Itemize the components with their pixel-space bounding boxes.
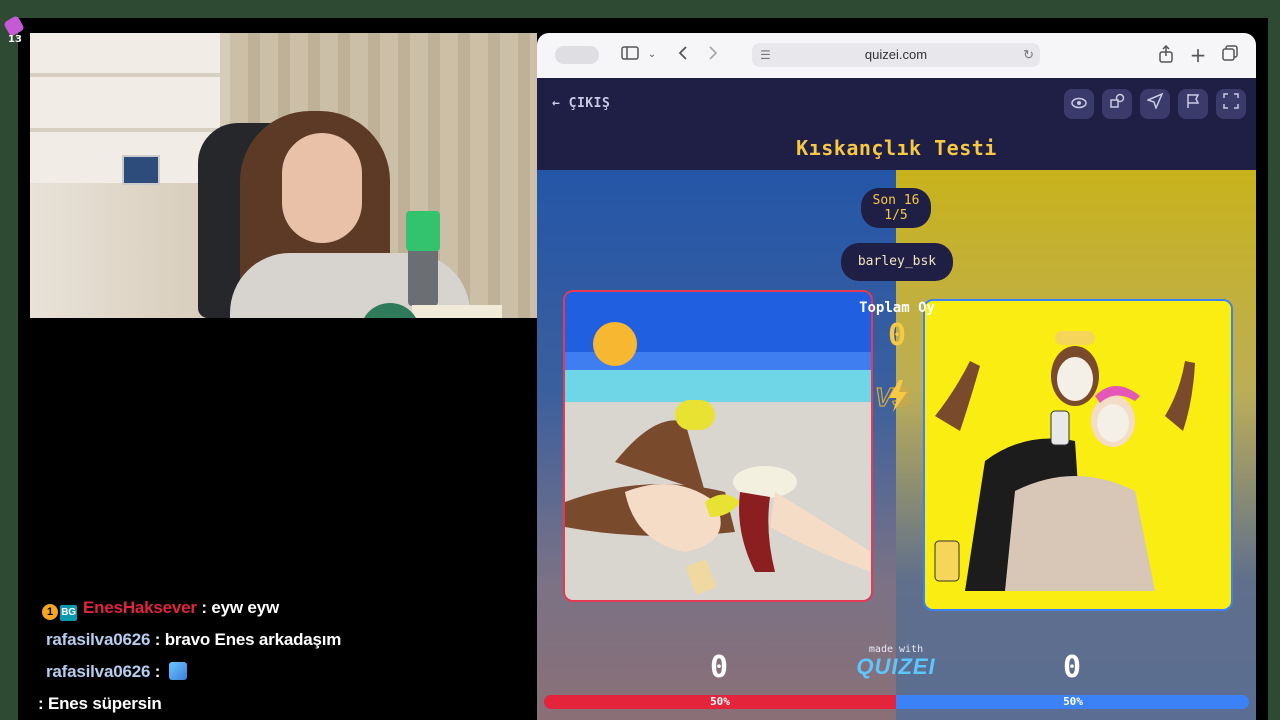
- right-score: 0: [1062, 650, 1082, 685]
- quizei-logo: QUIZEI: [856, 654, 936, 679]
- chat-overlay: 1 BG EnesHaksever : eyw eyw rafasilva0626 …: [36, 590, 531, 720]
- exit-button[interactable]: ← ÇIKIŞ: [552, 96, 610, 111]
- chevron-down-icon[interactable]: ⌄: [645, 45, 659, 65]
- eye-icon[interactable]: [1064, 89, 1094, 119]
- chat-username: rafasilva0626: [46, 662, 151, 681]
- page-menu-icon[interactable]: ☰: [760, 43, 771, 67]
- quiz-page: ← ÇIKIŞ Kıskançlık Testi Son 16 1/5 barl…: [537, 78, 1256, 720]
- matchup-stage: Son 16 1/5 barley_bsk Toplam Oy 0 made w…: [537, 170, 1256, 720]
- share-icon[interactable]: [1155, 44, 1177, 65]
- chat-emote-icon: [168, 662, 187, 680]
- address-bar[interactable]: ☰ quizei.com ↻: [752, 43, 1040, 67]
- chat-message: rafasilva0626 : bravo Enes arkadaşım: [46, 630, 341, 650]
- chat-badge: 1: [42, 604, 58, 620]
- streamer-face: [282, 133, 362, 243]
- chat-message: rafasilva0626 :: [46, 662, 187, 682]
- chat-message: 1 BG EnesHaksever : eyw eyw: [42, 598, 279, 621]
- background-monitor: [122, 155, 160, 185]
- forward-icon[interactable]: [703, 45, 723, 65]
- flag-icon[interactable]: [1178, 89, 1208, 119]
- chat-username: rafasilva0626: [46, 630, 151, 649]
- corner-badge-count: 13: [8, 34, 22, 45]
- url-text: quizei.com: [864, 47, 928, 62]
- round-label: Son 16: [872, 193, 920, 208]
- player-name-pill: barley_bsk: [841, 243, 953, 281]
- left-score: 0: [709, 650, 729, 685]
- browser-window: ⌄ ☰ quizei.com ↻ + ← ÇIKIŞ Kıskançlık Te…: [537, 33, 1256, 720]
- selfie-illustration: [925, 301, 1231, 591]
- vote-share-bar: 50% 50%: [544, 695, 1249, 709]
- total-votes-label: Toplam Oy: [859, 300, 935, 316]
- fullscreen-icon[interactable]: [1216, 89, 1246, 119]
- total-votes-value: 0: [887, 318, 907, 353]
- back-icon[interactable]: [673, 45, 693, 65]
- beach-illustration: [565, 292, 871, 600]
- chat-username: EnesHaksever: [83, 598, 197, 617]
- webcam-feed: [30, 33, 537, 318]
- chat-text: : Enes süpersin: [38, 694, 162, 713]
- chat-badge: BG: [60, 605, 77, 621]
- shapes-icon[interactable]: [1102, 89, 1132, 119]
- tabs-icon[interactable]: [1219, 45, 1241, 65]
- sidebar-icon[interactable]: [619, 45, 641, 65]
- send-icon[interactable]: [1140, 89, 1170, 119]
- tabs-overview-icon[interactable]: [555, 46, 599, 64]
- corner-badge: 13: [3, 15, 26, 46]
- round-progress: 1/5: [884, 208, 908, 223]
- choice-card-right[interactable]: [923, 299, 1233, 611]
- chat-text: :: [154, 662, 165, 681]
- chat-text: : eyw eyw: [201, 598, 279, 617]
- shelf-board: [30, 128, 220, 132]
- chat-text: : bravo Enes arkadaşım: [154, 630, 342, 649]
- bottle-cap: [406, 211, 440, 251]
- left-percent: 50%: [710, 695, 730, 708]
- book-box: [412, 305, 502, 318]
- right-percent: 50%: [1063, 695, 1083, 708]
- browser-toolbar: ⌄ ☰ quizei.com ↻ +: [537, 33, 1256, 79]
- round-indicator: Son 16 1/5: [861, 188, 931, 228]
- reload-icon[interactable]: ↻: [1023, 43, 1034, 67]
- shelf-board: [30, 73, 220, 77]
- vs-icon: VS: [875, 380, 911, 413]
- quiz-title: Kıskançlık Testi: [796, 136, 997, 160]
- new-tab-icon[interactable]: +: [1187, 45, 1209, 65]
- chat-message: : Enes süpersin: [38, 694, 162, 714]
- quiz-header: ← ÇIKIŞ Kıskançlık Testi: [537, 78, 1256, 170]
- choice-card-left[interactable]: [563, 290, 873, 602]
